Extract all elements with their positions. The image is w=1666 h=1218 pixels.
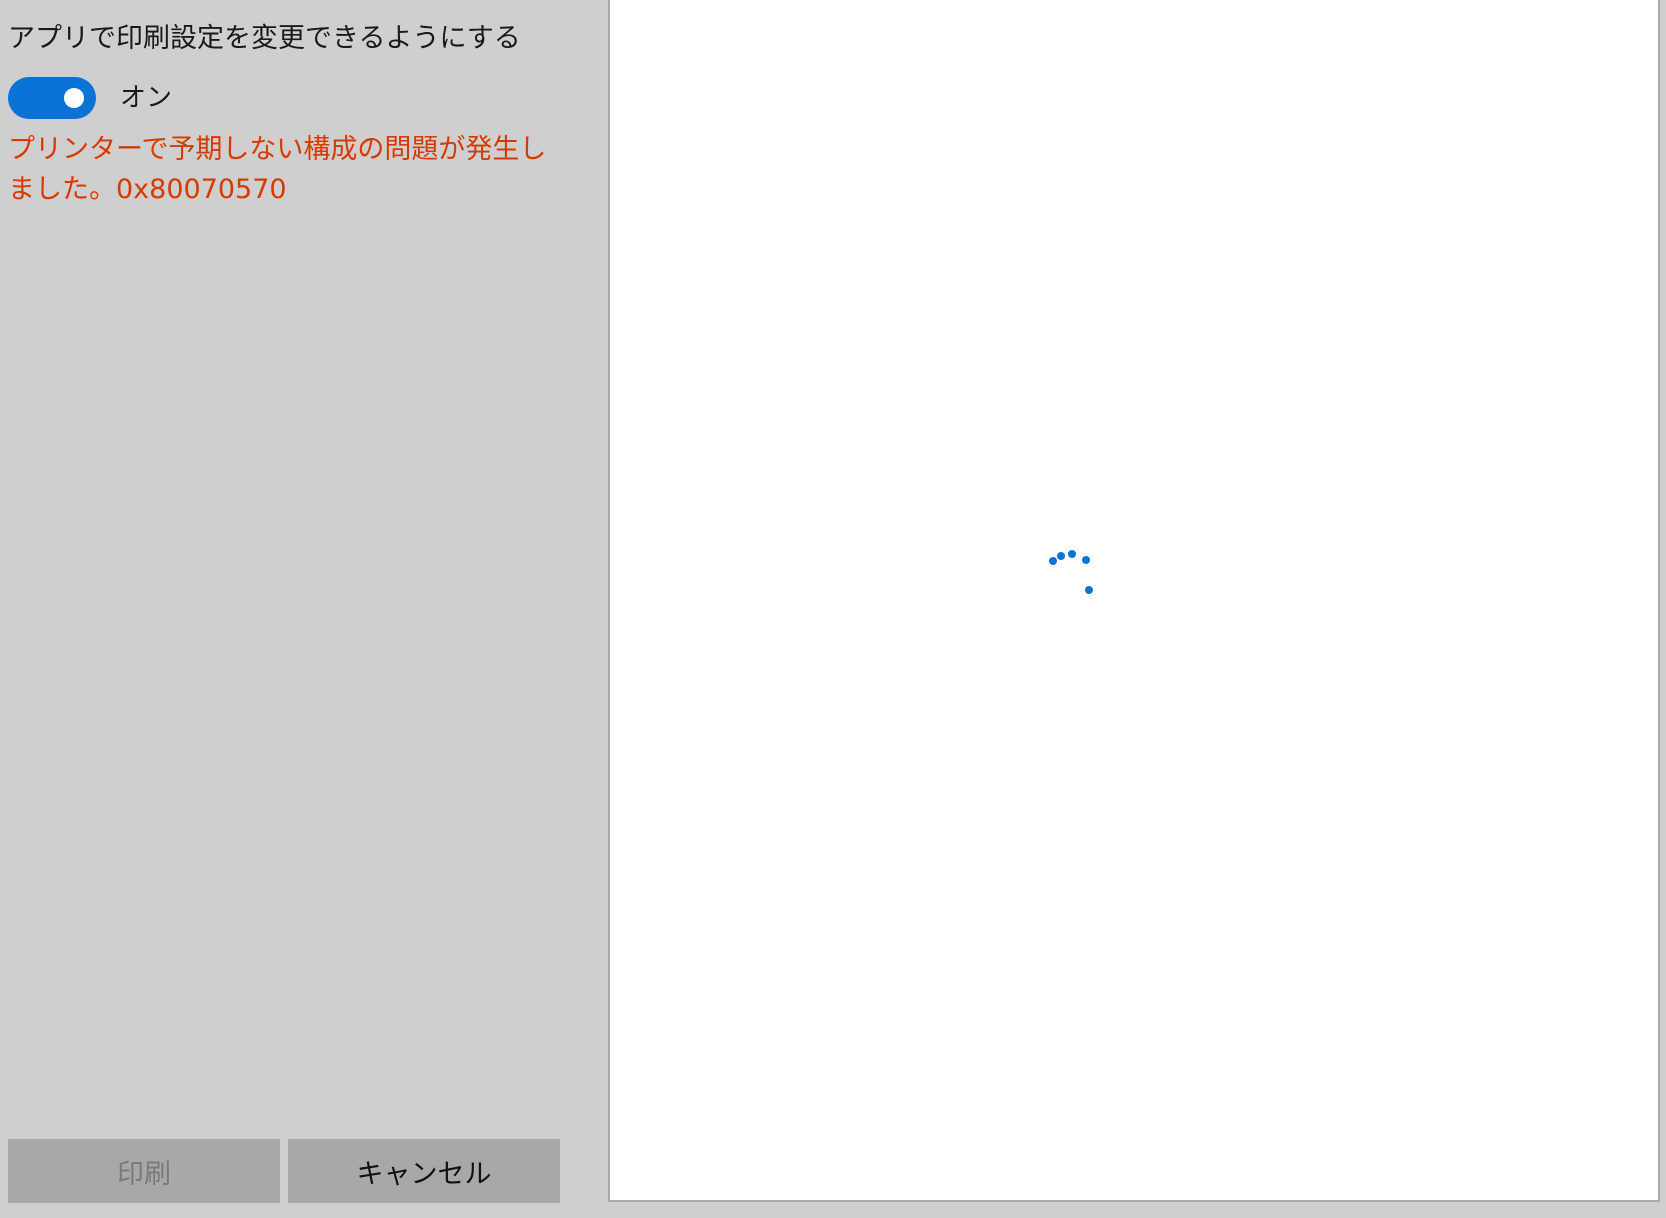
print-button[interactable]: 印刷 [8,1139,280,1203]
spinner-dot [1057,552,1065,560]
cancel-button[interactable]: キャンセル [288,1139,560,1203]
spinner-dot [1068,550,1076,558]
allow-app-settings-label: アプリで印刷設定を変更できるようにする [8,23,521,54]
toggle-knob [64,88,84,108]
spinner-dot [1049,557,1057,565]
spinner-dot [1085,586,1093,594]
print-settings-panel: アプリで印刷設定を変更できるようにする オン プリンターで予期しない構成の問題が… [0,0,608,1218]
toggle-state-label: オン [120,83,173,113]
printer-error-message: プリンターで予期しない構成の問題が発生しました。0x80070570 [8,134,547,205]
spinner-dot [1082,556,1090,564]
allow-app-settings-toggle-row: オン [8,77,172,119]
allow-app-settings-toggle[interactable] [8,77,96,119]
loading-spinner-icon [1049,550,1093,594]
print-preview-pane [608,0,1660,1202]
